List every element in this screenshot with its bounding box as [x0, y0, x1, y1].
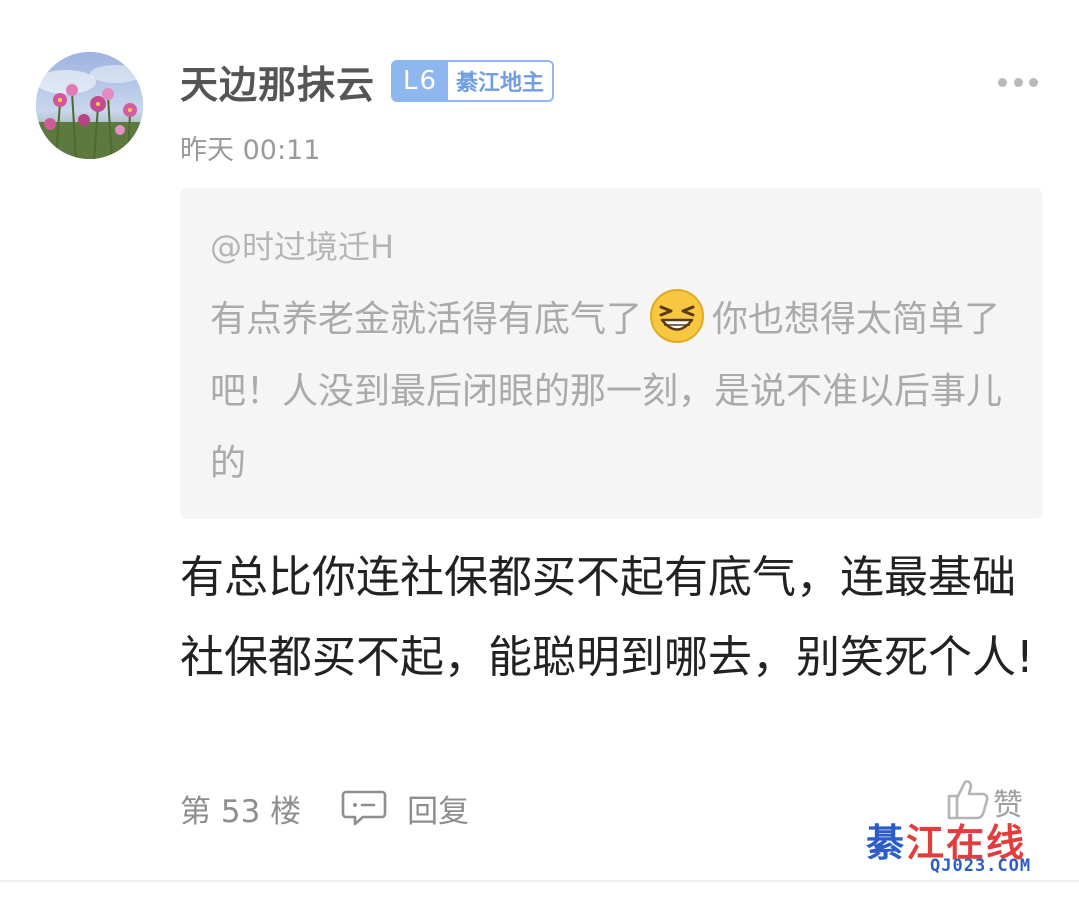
quoted-text: 有点养老金就活得有底气了 你也想得太简单了吧！人没到最后闭眼的那一刻，是说不准以… [210, 284, 1015, 500]
timestamp: 昨天 00:11 [180, 135, 321, 166]
quoted-text-part1: 有点养老金就活得有底气了 [210, 299, 643, 340]
comment-bubble-icon [341, 790, 387, 826]
avatar[interactable] [36, 52, 143, 159]
comment-footer: 第 53 楼 回复 [180, 784, 469, 832]
site-watermark: 綦江在线 QJ023.COM [860, 812, 1060, 882]
dot [1013, 77, 1023, 87]
reply-label: 回复 [407, 793, 470, 830]
comment-card: 天边那抹云 L6 綦江地主 昨天 00:11 @时过境迁H 有点养老金就活得有底… [0, 0, 1079, 899]
grinning-squint-emoji-icon [648, 287, 706, 345]
avatar-image [36, 52, 143, 159]
quoted-user[interactable]: @时过境迁H [210, 222, 394, 268]
divider [0, 880, 1079, 882]
level-badge: L6 綦江地主 [391, 60, 555, 102]
watermark-char-blue: 綦 [866, 820, 907, 865]
watermark-url: QJ023.COM [930, 856, 1032, 876]
dot [998, 77, 1007, 87]
more-dots-icon[interactable] [998, 70, 1038, 94]
author-row: 天边那抹云 L6 綦江地主 [180, 54, 555, 109]
author-name[interactable]: 天边那抹云 [180, 54, 375, 109]
floor-number: 第 53 楼 [180, 793, 302, 830]
dot [1029, 77, 1038, 87]
level-number: L6 [393, 62, 449, 100]
level-title: 綦江地主 [448, 62, 553, 100]
comment-content: 有总比你连社保都买不起有底气，连最基础社保都买不起，能聪明到哪去，别笑死个人! [180, 552, 1034, 683]
quoted-comment[interactable]: @时过境迁H 有点养老金就活得有底气了 你也想得太简单了吧！人没到最后闭眼的那一… [180, 188, 1043, 519]
reply-button[interactable]: 回复 [341, 786, 469, 831]
